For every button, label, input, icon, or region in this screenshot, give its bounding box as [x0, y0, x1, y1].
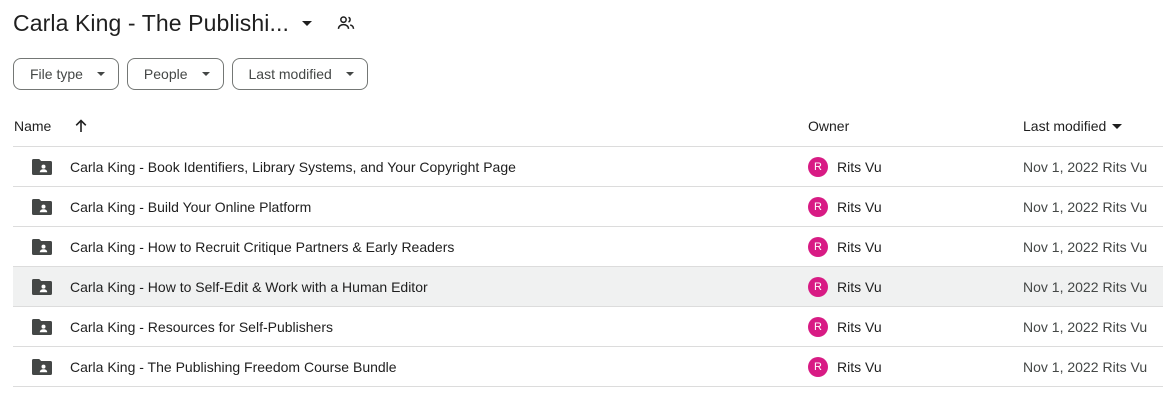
caret-down-icon: [201, 72, 210, 76]
filter-people[interactable]: People: [126, 58, 224, 90]
owner-cell: R Rits Vu: [808, 307, 882, 346]
avatar: R: [808, 276, 828, 297]
modified-date: Nov 1, 2022: [1023, 198, 1099, 215]
shared-folder-icon: [31, 347, 53, 386]
avatar: R: [808, 356, 828, 377]
modified-by: Rits Vu: [1102, 158, 1148, 175]
avatar: R: [808, 156, 828, 177]
table-row[interactable]: Carla King - Build Your Online Platform …: [13, 187, 1163, 227]
table-row[interactable]: Carla King - How to Recruit Critique Par…: [13, 227, 1163, 267]
caret-down-icon: [1112, 123, 1123, 129]
owner-cell: R Rits Vu: [808, 187, 882, 226]
file-name[interactable]: Carla King - How to Self-Edit & Work wit…: [70, 267, 428, 306]
owner-name: Rits Vu: [837, 158, 882, 175]
table-row[interactable]: Carla King - How to Self-Edit & Work wit…: [13, 267, 1163, 307]
filter-file-type[interactable]: File type: [13, 58, 119, 90]
arrow-up-icon[interactable]: [73, 106, 89, 146]
shared-folder-icon: [31, 227, 53, 266]
avatar: R: [808, 196, 828, 217]
modified-by: Rits Vu: [1102, 278, 1148, 295]
drive-folder-view: Carla King - The Publishi... File type P…: [0, 0, 1163, 408]
table-header: Name Owner Last modified: [13, 106, 1163, 147]
file-name[interactable]: Carla King - Book Identifiers, Library S…: [70, 147, 516, 186]
owner-name: Rits Vu: [837, 318, 882, 335]
table-row[interactable]: Carla King - Resources for Self-Publishe…: [13, 307, 1163, 347]
caret-down-icon: [345, 72, 354, 76]
file-name[interactable]: Carla King - Resources for Self-Publishe…: [70, 307, 333, 346]
owner-cell: R Rits Vu: [808, 267, 882, 306]
last-modified-cell: Nov 1, 2022 Rits Vu: [1023, 147, 1147, 186]
owner-name: Rits Vu: [837, 238, 882, 255]
column-owner[interactable]: Owner: [808, 106, 849, 146]
column-last-modified-label: Last modified: [1023, 118, 1107, 134]
column-name-label: Name: [14, 118, 52, 134]
owner-cell: R Rits Vu: [808, 347, 882, 386]
filter-label: Last modified: [248, 66, 332, 82]
modified-date: Nov 1, 2022: [1023, 238, 1099, 255]
shared-folder-icon: [31, 147, 53, 186]
caret-down-icon: [301, 20, 312, 26]
filter-label: People: [143, 66, 188, 82]
modified-date: Nov 1, 2022: [1023, 318, 1099, 335]
column-owner-label: Owner: [808, 118, 850, 134]
file-name[interactable]: Carla King - How to Recruit Critique Par…: [70, 227, 454, 266]
file-name[interactable]: Carla King - Build Your Online Platform: [70, 187, 311, 226]
owner-name: Rits Vu: [837, 198, 882, 215]
modified-by: Rits Vu: [1102, 238, 1148, 255]
folder-title-dropdown[interactable]: Carla King - The Publishi...: [13, 10, 322, 37]
avatar: R: [808, 236, 828, 257]
modified-date: Nov 1, 2022: [1023, 358, 1099, 375]
owner-cell: R Rits Vu: [808, 227, 882, 266]
modified-by: Rits Vu: [1102, 358, 1148, 375]
last-modified-cell: Nov 1, 2022 Rits Vu: [1023, 227, 1147, 266]
table-row[interactable]: Carla King - Book Identifiers, Library S…: [13, 147, 1163, 187]
last-modified-cell: Nov 1, 2022 Rits Vu: [1023, 267, 1147, 306]
file-name[interactable]: Carla King - The Publishing Freedom Cour…: [70, 347, 397, 386]
modified-by: Rits Vu: [1102, 198, 1148, 215]
caret-down-icon: [96, 72, 105, 76]
owner-name: Rits Vu: [837, 278, 882, 295]
shared-folder-icon: [31, 187, 53, 226]
filter-label: File type: [30, 66, 83, 82]
people-icon[interactable]: [336, 13, 356, 33]
folder-title: Carla King - The Publishi...: [13, 9, 289, 36]
filter-last-modified[interactable]: Last modified: [231, 58, 368, 90]
filter-bar: File type People Last modified: [13, 58, 368, 90]
modified-date: Nov 1, 2022: [1023, 158, 1099, 175]
last-modified-cell: Nov 1, 2022 Rits Vu: [1023, 347, 1147, 386]
shared-folder-icon: [31, 307, 53, 346]
last-modified-cell: Nov 1, 2022 Rits Vu: [1023, 187, 1147, 226]
modified-date: Nov 1, 2022: [1023, 278, 1099, 295]
shared-folder-icon: [31, 267, 53, 306]
table-row[interactable]: Carla King - The Publishing Freedom Cour…: [13, 347, 1163, 387]
modified-by: Rits Vu: [1102, 318, 1148, 335]
owner-cell: R Rits Vu: [808, 147, 882, 186]
folder-header: Carla King - The Publishi...: [13, 6, 356, 40]
column-name[interactable]: Name: [14, 106, 51, 146]
last-modified-cell: Nov 1, 2022 Rits Vu: [1023, 307, 1147, 346]
column-last-modified[interactable]: Last modified: [1023, 106, 1123, 146]
avatar: R: [808, 316, 828, 337]
file-list: Name Owner Last modified Carla King - Bo…: [13, 106, 1163, 387]
owner-name: Rits Vu: [837, 358, 882, 375]
